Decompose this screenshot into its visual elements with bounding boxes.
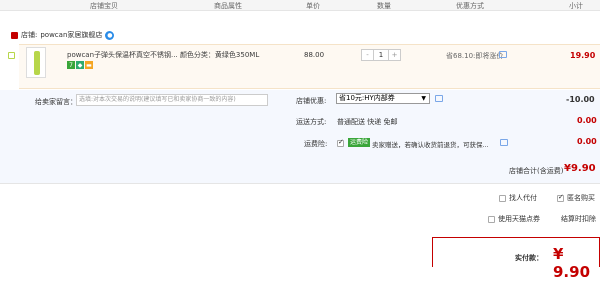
shipping-amount: 0.00: [577, 116, 597, 125]
item-thumbnail[interactable]: [26, 47, 46, 78]
tag-7day-icon: 7: [67, 61, 75, 69]
promo-info-icon[interactable]: [499, 51, 507, 58]
proxy-pay-option[interactable]: 找人代付: [499, 193, 537, 203]
shop-icon: [11, 31, 18, 39]
item-subtotal: 19.90: [570, 51, 596, 60]
item-price: 88.00: [304, 51, 325, 59]
quantity-stepper: - 1 +: [361, 49, 401, 61]
dropdown-arrow-icon: ▼: [421, 95, 426, 102]
payment-label: 实付款：: [515, 254, 543, 262]
shop-discount-value: 省10元:HY内部券: [339, 94, 395, 102]
insurance-desc: 卖家赠送，若确认收货前退货，可获保...: [372, 141, 489, 149]
header-subtotal: 小计: [569, 2, 583, 10]
anonymous-option[interactable]: 匿名购买: [557, 193, 595, 203]
header-promo: 优惠方式: [456, 2, 484, 10]
shipping-method: 普通配送 快递 免邮: [337, 118, 398, 126]
insurance-checkbox[interactable]: [337, 138, 344, 147]
shop-discount-amount: -10.00: [566, 95, 595, 104]
tag-card-icon: ▬: [85, 61, 93, 69]
anonymous-checkbox[interactable]: [557, 193, 564, 202]
qty-minus-button[interactable]: -: [362, 50, 373, 60]
tag-return-icon: ◆: [76, 61, 84, 69]
proxy-pay-checkbox[interactable]: [499, 194, 506, 202]
tmall-points-label: 使用天猫点券: [498, 215, 540, 223]
header-shop-item: 店铺宝贝: [90, 2, 118, 10]
message-label: 给卖家留言：: [35, 98, 77, 106]
header-qty: 数量: [377, 2, 391, 10]
insurance-info-icon[interactable]: [500, 139, 508, 146]
insurance-amount: 0.00: [577, 137, 597, 146]
header-attr: 商品属性: [214, 2, 242, 10]
qty-plus-button[interactable]: +: [389, 50, 400, 60]
shipping-label: 运送方式:: [296, 118, 327, 126]
item-checkbox[interactable]: [8, 52, 15, 59]
shop-label: 店铺:: [21, 31, 38, 39]
bottle-image: [34, 51, 40, 75]
shop-row: 店铺: powcan家居旗舰店 ●: [11, 29, 115, 41]
tmall-points-option[interactable]: 使用天猫点券: [488, 214, 540, 224]
insurance-badge: 运费险: [348, 138, 371, 147]
anonymous-label: 匿名购买: [567, 194, 595, 202]
shop-total-label: 店铺合计(含运费): [509, 167, 564, 175]
shop-name[interactable]: powcan家居旗舰店: [40, 30, 102, 40]
item-attr: 颜色分类：黄绿色350ML: [179, 51, 260, 59]
item-tags: 7 ◆ ▬: [67, 61, 93, 69]
chat-icon[interactable]: ●: [105, 30, 115, 40]
item-promo: 省68.10:即将涨价: [446, 52, 504, 60]
tmall-points-checkbox[interactable]: [488, 215, 495, 223]
shop-total-value: ¥9.90: [564, 163, 596, 174]
header-price: 单价: [306, 2, 320, 10]
shop-discount-select[interactable]: 省10元:HY内部券 ▼: [336, 93, 430, 104]
discount-info-icon[interactable]: [435, 95, 443, 102]
qty-input[interactable]: 1: [373, 50, 389, 60]
shop-discount-label: 店铺优惠:: [296, 97, 327, 105]
seller-message-input[interactable]: 选填:对本次交易的说明(建议填写已和卖家协商一致的内容): [76, 94, 268, 106]
insurance-label: 运费险:: [304, 140, 328, 148]
table-header: 店铺宝贝 商品属性 单价 数量 优惠方式 小计: [0, 0, 600, 11]
settle-time-label: 结算时扣除: [561, 215, 596, 223]
item-title-block: powcan子弹头保温杯真空不锈钢... 颜色分类：黄绿色350ML: [67, 51, 267, 59]
proxy-pay-label: 找人代付: [509, 194, 537, 202]
item-title[interactable]: powcan子弹头保温杯真空不锈钢...: [67, 51, 178, 59]
payment-value: ¥ 9.90: [553, 245, 591, 281]
